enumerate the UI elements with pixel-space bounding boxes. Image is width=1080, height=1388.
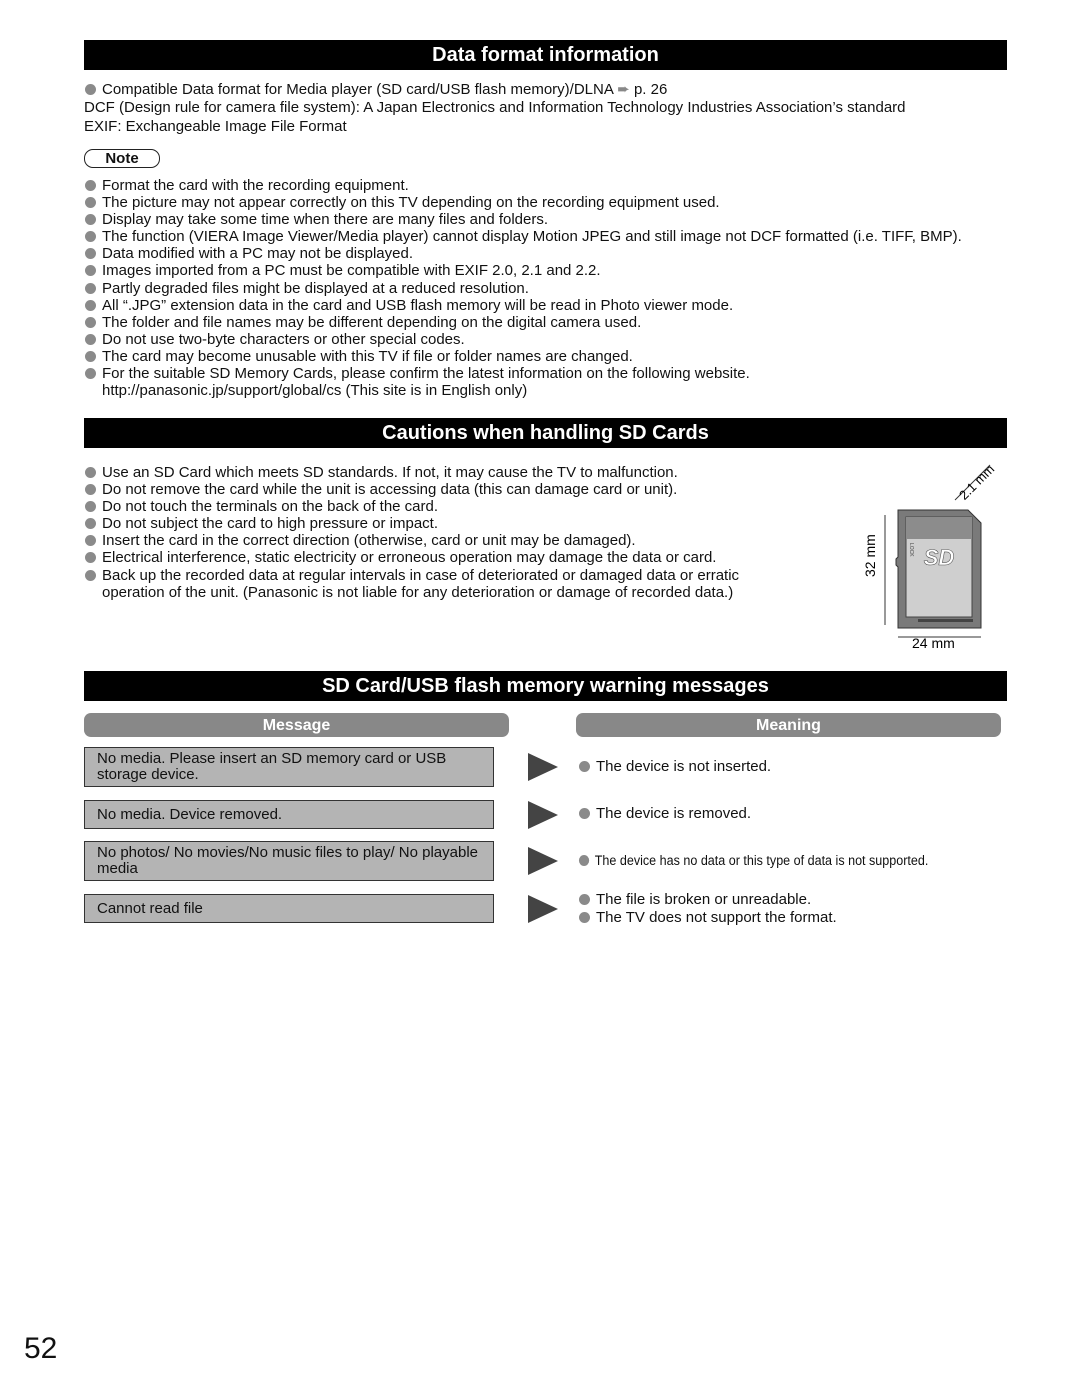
section-header-cautions: Cautions when handling SD Cards	[84, 418, 1007, 448]
page-reference-link[interactable]: p. 26	[634, 81, 667, 98]
caution-item: Do not remove the card while the unit is…	[84, 481, 804, 498]
sd-logo: SD	[924, 545, 955, 570]
section-header-warnings: SD Card/USB flash memory warning message…	[84, 671, 1007, 701]
thickness-dimension-label: 2.1 mm	[956, 461, 997, 502]
caution-item: Do not subject the card to high pressure…	[84, 515, 804, 532]
warning-message: No media. Please insert an SD memory car…	[84, 747, 494, 787]
note-item: The folder and file names may be differe…	[84, 314, 1007, 331]
data-format-intro: Compatible Data format for Media player …	[84, 81, 1007, 136]
caution-item: Insert the card in the correct direction…	[84, 532, 804, 549]
lock-label: LOCK	[908, 543, 914, 557]
list-item: Compatible Data format for Media player …	[84, 81, 1007, 99]
meaning-item: The file is broken or unreadable.	[578, 891, 811, 909]
note-item: Do not use two-byte characters or other …	[84, 331, 1007, 348]
note-item: Display may take some time when there ar…	[84, 211, 1007, 228]
note-item: All “.JPG” extension data in the card an…	[84, 297, 1007, 314]
width-dimension-label: 24 mm	[912, 635, 955, 651]
arrow-right-icon: ➨	[617, 81, 630, 98]
arrow-right-icon	[528, 847, 558, 875]
sd-card-illustration: SD LOCK	[895, 509, 982, 629]
caution-item: Use an SD Card which meets SD standards.…	[84, 464, 804, 481]
meaning-item: The device is removed.	[578, 805, 751, 823]
warning-message: Cannot read file	[84, 894, 494, 923]
note-item: For the suitable SD Memory Cards, please…	[84, 365, 1007, 382]
meaning-item: The TV does not support the format.	[578, 909, 837, 927]
arrow-right-icon	[528, 753, 558, 781]
note-item: Data modified with a PC may not be displ…	[84, 245, 1007, 262]
column-header-meaning: Meaning	[576, 713, 1001, 737]
caution-item: Back up the recorded data at regular int…	[84, 567, 804, 601]
note-item: Format the card with the recording equip…	[84, 177, 1007, 194]
arrow-right-icon	[528, 894, 558, 923]
note-item: Images imported from a PC must be compat…	[84, 262, 1007, 279]
note-item: The card may become unusable with this T…	[84, 348, 1007, 365]
caution-item: Do not touch the terminals on the back o…	[84, 498, 804, 515]
column-header-message: Message	[84, 713, 509, 737]
note-item: The picture may not appear correctly on …	[84, 194, 1007, 211]
notes-list: Format the card with the recording equip…	[84, 177, 1007, 399]
warning-message: No media. Device removed.	[84, 800, 494, 829]
meaning-item: The device has no data or this type of d…	[578, 852, 928, 870]
caution-item: Electrical interference, static electric…	[84, 549, 804, 566]
section-header-data-format: Data format information	[84, 40, 1007, 70]
arrow-right-icon	[528, 800, 558, 829]
sd-card-dimension-figure: SD LOCK 32 mm 24 mm 2.1 mm	[862, 461, 997, 651]
note-label: Note	[84, 149, 160, 168]
dcf-definition: DCF (Design rule for camera file system)…	[84, 99, 906, 116]
warning-message: No photos/ No movies/No music files to p…	[84, 841, 494, 881]
note-item: The function (VIERA Image Viewer/Media p…	[84, 228, 1007, 245]
manual-page: Data format information Compatible Data …	[0, 0, 1080, 1388]
page-number: 52	[24, 1332, 58, 1365]
height-dimension-label: 32 mm	[862, 534, 878, 577]
meaning-item: The device is not inserted.	[578, 758, 771, 776]
website-url: http://panasonic.jp/support/global/cs (T…	[102, 382, 528, 400]
cautions-list: Use an SD Card which meets SD standards.…	[84, 464, 804, 601]
exif-definition: EXIF: Exchangeable Image File Format	[84, 117, 347, 135]
note-item: Partly degraded files might be displayed…	[84, 280, 1007, 297]
